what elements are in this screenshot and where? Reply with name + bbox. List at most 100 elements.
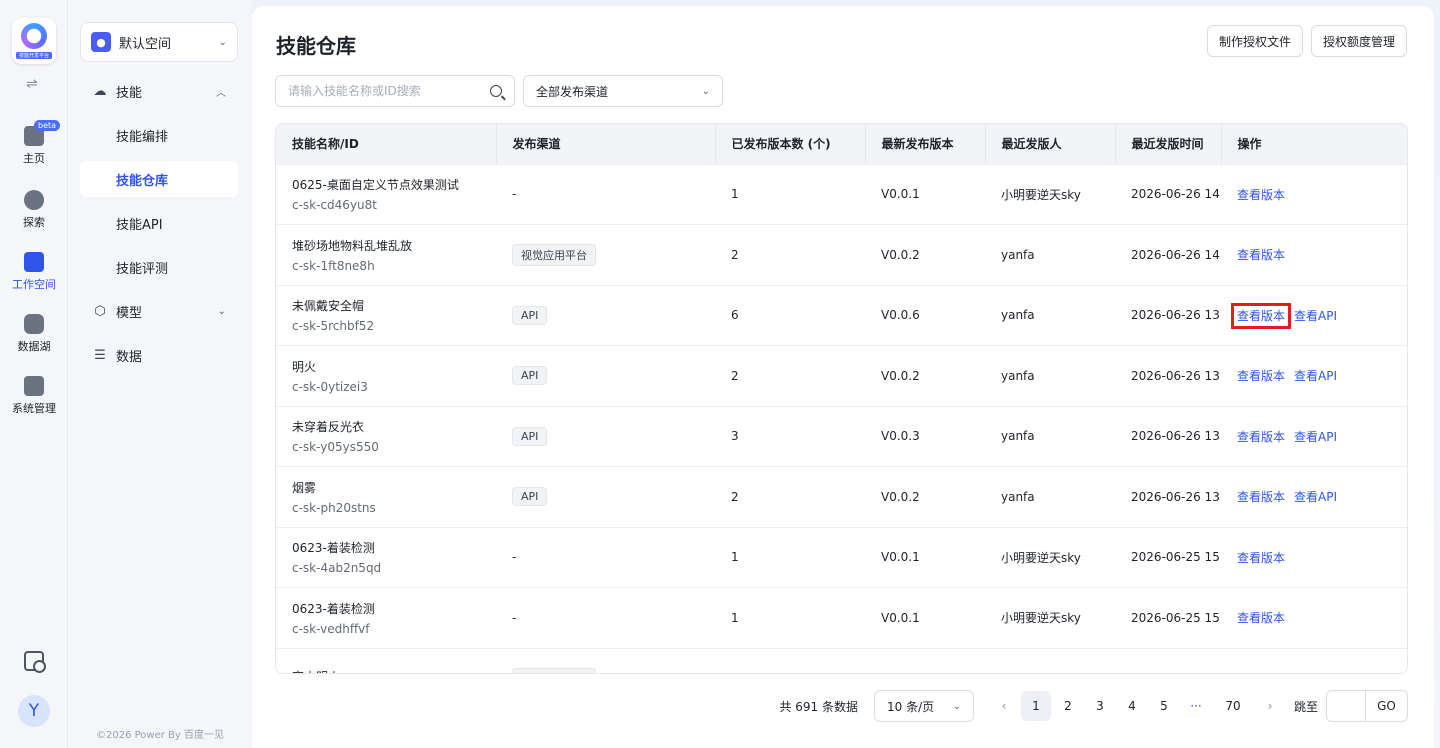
quota-management-button[interactable]: 授权额度管理 [1311,25,1408,57]
view-versions-link[interactable]: 查看版本 [1237,490,1285,504]
publish-time-cell: 2026-06-26 13: [1115,345,1221,406]
rail-item-datalake[interactable]: 数据湖 [0,314,68,354]
view-versions-link[interactable]: 查看版本 [1237,248,1285,262]
jump-page-input[interactable] [1326,690,1366,722]
page-ellipsis[interactable]: ··· [1181,691,1211,721]
version-count-cell: 3 [715,405,865,467]
view-api-link[interactable]: 查看API [1294,490,1337,504]
latest-version-cell: V0.0.2 [865,224,985,285]
column-header: 发布渠道 [496,124,716,164]
skill-name[interactable]: 室内明火 [292,668,496,674]
page-button[interactable]: 70 [1213,691,1253,721]
view-versions-link[interactable]: 查看版本 [1237,188,1285,202]
beta-badge: beta [34,120,61,131]
page-button[interactable]: 4 [1117,691,1147,721]
rail-item-label: 探索 [23,216,45,229]
publisher-cell: yanfa [985,345,1115,406]
skill-name[interactable]: 明火 [292,358,496,375]
view-versions-link[interactable]: 查看版本 [1237,430,1285,444]
version-count-cell: 2 [715,224,865,285]
skill-name[interactable]: 0623-着装检测 [292,600,496,617]
prev-page-icon[interactable]: ‹ [989,691,1019,721]
page-button[interactable]: 5 [1149,691,1179,721]
channel-tag: API [512,487,548,507]
operations-cell: 查看版本 查看API [1221,345,1407,406]
rail-item-label: 系统管理 [12,402,56,415]
next-page-icon[interactable]: › [1255,691,1285,721]
user-icon: ● [91,32,111,52]
skill-id: c-sk-ph20stns [292,500,376,515]
table-header-row: 技能名称/ID 发布渠道 已发布版本数 (个) 最新发布版本 最近发版人 最近发… [276,124,1407,164]
version-count-cell: 2 [715,466,865,527]
total-count: 共 691 条数据 [779,699,858,714]
go-button[interactable]: GO [1366,690,1408,722]
skill-name-cell: 未佩戴安全帽 c-sk-5rchbf52 [276,284,496,346]
pagination: 共 691 条数据 10 条/页 ⌄ ‹ 1 2 3 4 5 ··· 70 › … [779,690,1408,722]
view-versions-link[interactable]: 查看版本 [1237,551,1285,565]
skill-name[interactable]: 烟雾 [292,479,496,496]
view-versions-link[interactable]: 查看版本 [1230,302,1292,329]
page-button[interactable]: 2 [1053,691,1083,721]
make-license-button[interactable]: 制作授权文件 [1207,25,1304,57]
skill-name-cell: 0623-着装检测 c-sk-vedhffvf [276,587,496,648]
publisher-cell: yanfa [985,224,1115,285]
skill-name[interactable]: 0625-桌面自定义节点效果测试 [292,176,496,193]
skill-name[interactable]: 未穿着反光衣 [292,418,496,435]
jump-label: 跳至 [1293,699,1318,714]
switch-icon[interactable]: ⇌ [26,76,38,92]
nav-group-skill[interactable]: ☁ 技能 ︿ [80,73,238,109]
channel-tag: API [512,426,548,446]
page-size-select[interactable]: 10 条/页 ⌄ [873,690,974,722]
operations-cell: 查看版本 查看API [1221,284,1407,346]
operations-cell: 查看版本 查看API [1221,405,1407,467]
channel-cell: API [496,284,715,346]
app-logo[interactable]: 技能开发平台 [12,18,56,64]
view-api-link[interactable]: 查看API [1294,369,1337,383]
nav-item-skill-repository[interactable]: 技能仓库 [80,161,238,197]
search-icon[interactable] [490,85,502,97]
publisher-cell: yanfa [985,284,1115,346]
skill-id: c-sk-y05ys550 [292,440,379,455]
nav-item-skill-api[interactable]: 技能API [80,205,238,241]
nav-item-skill-evaluation[interactable]: 技能评测 [80,249,238,285]
publish-time-cell: 2026-06-26 14: [1115,163,1221,225]
skill-name-cell: 0625-桌面自定义节点效果测试 c-sk-cd46yu8t [276,163,496,225]
channel-tag: API [512,366,548,386]
icon-rail: 技能开发平台 ⇌ beta 主页 探索 工作空间 数据湖 系统管理 Y [0,0,68,748]
chevron-down-icon: ⌄ [218,36,227,48]
nav-item-skill-orchestration[interactable]: 技能编排 [80,117,238,153]
page-button[interactable]: 3 [1085,691,1115,721]
history-icon[interactable] [24,651,46,673]
table-row: 未穿着反光衣 c-sk-y05ys550 API 3 V0.0.3 yanfa 2026-0… [276,405,1407,467]
table-row: 明火 c-sk-0ytizei3 API 2 V0.0.2 yanfa 2026-06-26… [276,345,1407,406]
space-selector[interactable]: ● 默认空间 ⌄ [80,22,238,62]
rail-item-workspace[interactable]: 工作空间 [0,252,68,292]
channel-cell: API [496,466,715,527]
rail-item-label: 主页 [23,152,45,165]
channel-select[interactable]: 全部发布渠道 ⌄ [523,75,723,107]
publisher-cell: yanfa [985,466,1115,527]
publisher-cell [985,647,1115,673]
view-versions-link[interactable]: 查看版本 [1237,611,1285,625]
view-api-link[interactable]: 查看API [1294,309,1337,323]
rail-item-explore[interactable]: 探索 [0,190,68,230]
column-header: 技能名称/ID [276,124,497,164]
skill-name[interactable]: 未佩戴安全帽 [292,297,496,314]
skill-name[interactable]: 0623-着装检测 [292,539,496,556]
rail-item-system[interactable]: 系统管理 [0,376,68,416]
nav-group-data[interactable]: ☰ 数据 [80,337,238,373]
page-button[interactable]: 1 [1020,691,1051,721]
table-row: 0623-着装检测 c-sk-4ab2n5qd - 1 V0.0.1 小明要逆天sky 20… [276,526,1407,588]
channel-cell: 视觉应用平台 [496,224,715,285]
search-input[interactable] [288,84,490,98]
skill-name[interactable]: 堆砂场地物料乱堆乱放 [292,237,496,254]
table-row: 0625-桌面自定义节点效果测试 c-sk-cd46yu8t - 1 V0.0.1 小明要… [276,163,1407,225]
channel-cell: - [496,163,715,225]
view-api-link[interactable]: 查看API [1294,430,1337,444]
view-versions-link[interactable]: 查看版本 [1237,369,1285,383]
nav-group-model[interactable]: ⬡ 模型 ⌄ [80,293,238,329]
avatar[interactable]: Y [18,695,50,727]
channel-cell: - [496,587,715,648]
skill-id: c-sk-5rchbf52 [292,319,375,334]
rail-item-home[interactable]: beta 主页 [0,120,68,166]
